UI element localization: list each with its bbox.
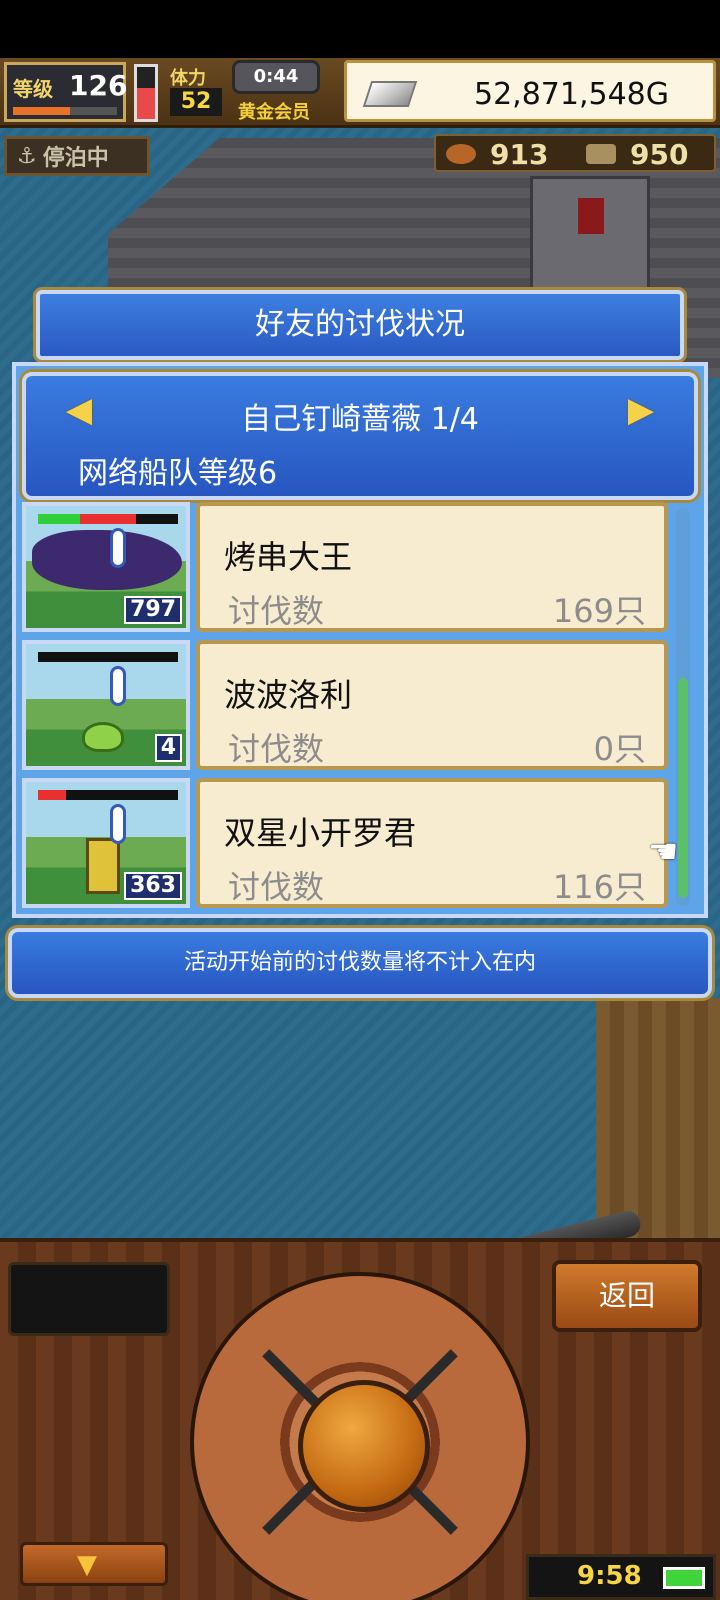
food-value: 913 (490, 138, 549, 171)
slime-sprite (82, 722, 124, 752)
gold-panel: 52,871,548G (344, 60, 716, 122)
thumbnail-count: 4 (154, 734, 182, 762)
level-box: 等级 126 (4, 62, 128, 122)
kill-count-label: 讨伐数 (228, 730, 325, 768)
exclamation-icon (110, 528, 126, 568)
player-header-panel: ◀ 自己钉崎蔷薇 1/4 ▶ 网络船队等级6 (22, 372, 698, 500)
exclamation-icon (110, 804, 126, 844)
dock-status-label: 停泊中 (42, 146, 109, 171)
level-progress-fill (13, 107, 71, 115)
friend-name: 烤串大王 (224, 538, 353, 576)
food-icon (446, 144, 476, 164)
kill-count-label: 讨伐数 (228, 592, 325, 630)
scrollbar-thumb[interactable] (678, 678, 688, 898)
gold-amount: 52,871,548G (473, 77, 669, 112)
wood-icon (586, 144, 616, 164)
mini-screen (8, 1262, 170, 1336)
exclamation-icon (110, 666, 126, 706)
hp-gauge (134, 64, 158, 122)
dpad-center-button[interactable] (298, 1380, 430, 1512)
friend-thumbnail[interactable]: 363 (22, 778, 190, 908)
kill-count-value: 0只 (593, 730, 646, 768)
control-panel: 返回 ▼ 9:58 (0, 1238, 720, 1600)
menu-down-button[interactable]: ▼ (20, 1542, 168, 1586)
anchor-icon: ⚓ (17, 143, 37, 169)
robot-sprite (86, 838, 120, 894)
player-name: 自己钉崎蔷薇 1/4 (241, 402, 479, 437)
silver-ingot-icon (362, 81, 418, 107)
monster-sprite (32, 530, 182, 590)
friend-row[interactable]: 烤串大王 讨伐数 169只 (196, 502, 668, 632)
notice-text: 活动开始前的讨伐数量将不计入在内 (183, 950, 536, 975)
dock-status[interactable]: ⚓ 停泊中 (4, 136, 150, 176)
dialog-title: 好友的讨伐状况 (255, 307, 465, 342)
friend-name: 双星小开罗君 (224, 814, 417, 852)
clock-time: 9:58 (577, 1561, 642, 1591)
top-hud: 等级 126 体力 52 0:44 黄金会员 52,871,548G (0, 58, 720, 128)
enemy-hp-fill (38, 790, 66, 800)
kill-count-value: 169只 (552, 592, 646, 630)
dialog-title-panel: 好友的讨伐状况 (36, 290, 684, 360)
battery-icon (663, 1567, 705, 1589)
stamina-value: 52 (170, 88, 222, 116)
wood-value: 950 (630, 138, 689, 171)
level-value: 126 (69, 69, 128, 102)
back-button[interactable]: 返回 (552, 1260, 702, 1332)
fleet-level: 网络船队等级6 (78, 456, 278, 491)
fortress-door (578, 198, 604, 234)
friend-row[interactable]: 双星小开罗君 讨伐数 116只 (196, 778, 668, 908)
resource-panel: 913 950 (434, 134, 716, 172)
friend-row[interactable]: 波波洛利 讨伐数 0只 (196, 640, 668, 770)
membership-badge[interactable]: 黄金会员 (238, 98, 310, 124)
kill-count-label: 讨伐数 (228, 868, 325, 906)
friend-thumbnail[interactable]: 4 (22, 640, 190, 770)
kill-count-value: 116只 (552, 868, 646, 906)
clock-box: 9:58 (526, 1554, 716, 1600)
enemy-hp-bar (38, 790, 178, 800)
friend-thumbnail[interactable]: 797 (22, 502, 190, 632)
notice-panel: 活动开始前的讨伐数量将不计入在内 (8, 928, 712, 998)
chevron-down-icon: ▼ (77, 1550, 97, 1580)
enemy-hp-bar (38, 514, 178, 524)
hand-pointer-icon: ☚ (648, 832, 679, 872)
friend-name: 波波洛利 (224, 676, 353, 714)
level-progress-bar (13, 107, 117, 115)
thumbnail-count: 363 (124, 872, 182, 900)
directional-pad[interactable] (190, 1272, 530, 1600)
stamina-timer: 0:44 (232, 60, 320, 94)
level-label: 等级 (13, 77, 53, 101)
ship-deck (596, 998, 720, 1238)
enemy-hp-green (38, 514, 80, 524)
enemy-hp-bar (38, 652, 178, 662)
hp-gauge-fill (137, 87, 155, 119)
next-player-arrow-icon[interactable]: ▶ (626, 390, 656, 430)
stamina-label: 体力 (170, 68, 206, 89)
thumbnail-count: 797 (124, 596, 182, 624)
